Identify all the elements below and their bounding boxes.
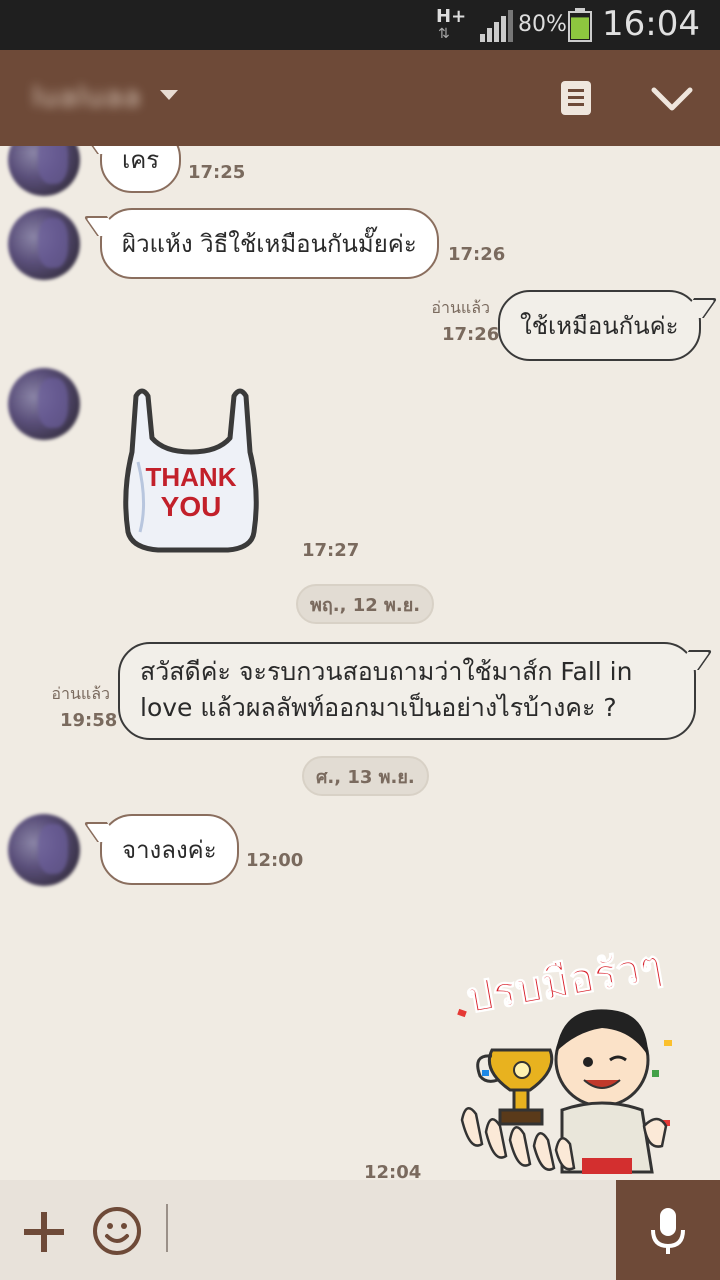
status-clock: 16:04	[602, 4, 700, 44]
data-arrows-icon: ⇅	[438, 26, 450, 42]
svg-text:YOU: YOU	[161, 491, 222, 522]
message-bubble-incoming[interactable]: จางลงค่ะ	[100, 814, 239, 885]
avatar[interactable]	[8, 814, 80, 886]
message-text-line: สวัสดีค่ะ จะรบกวนสอบถามว่าใช้มาส์ก Fall …	[140, 657, 633, 686]
chevron-down-icon[interactable]	[160, 90, 178, 100]
date-separator: ศ., 13 พ.ย.	[302, 756, 429, 796]
message-bubble-incoming[interactable]: ผิวแห้ง วิธีใช้เหมือนกันมั๊ยค่ะ	[100, 208, 439, 279]
status-bar: H+ ⇅ 80% 16:04	[0, 0, 720, 50]
applause-sticker[interactable]: ปรบมือรัวๆ	[452, 920, 680, 1180]
emoji-icon[interactable]	[92, 1206, 142, 1256]
chat-name[interactable]: lualuaa	[32, 80, 142, 113]
message-bubble-outgoing[interactable]: ใช้เหมือนกันค่ะ	[498, 290, 701, 361]
message-input-bar	[0, 1180, 720, 1280]
message-time: 19:58	[60, 710, 118, 731]
avatar[interactable]	[8, 146, 80, 196]
microphone-icon	[651, 1208, 685, 1254]
message-time: 17:26	[442, 324, 500, 345]
read-receipt: อ่านแล้ว	[431, 298, 490, 317]
chat-messages[interactable]: เคร 17:25 ผิวแห้ง วิธีใช้เหมือนกันมั๊ยค่…	[0, 146, 720, 1180]
notes-icon[interactable]	[560, 80, 592, 116]
message-bubble-outgoing[interactable]: สวัสดีค่ะ จะรบกวนสอบถามว่าใช้มาส์ก Fall …	[118, 642, 696, 740]
signal-icon	[480, 10, 513, 42]
message-text-line: love แล้วผลลัพท์ออกมาเป็นอย่างไรบ้างคะ ?	[140, 693, 617, 722]
svg-text:THANK: THANK	[146, 462, 237, 492]
message-time: 12:00	[246, 850, 304, 871]
thank-you-sticker[interactable]: THANK YOU	[118, 382, 264, 554]
message-time: 12:04	[364, 1162, 422, 1180]
date-separator: พฤ., 12 พ.ย.	[296, 584, 435, 624]
message-time: 17:25	[188, 162, 246, 183]
message-bubble-incoming[interactable]: เคร	[100, 146, 182, 193]
message-text: จางลงค่ะ	[122, 836, 217, 864]
avatar[interactable]	[8, 208, 80, 280]
voice-button[interactable]	[616, 1180, 720, 1280]
plus-icon[interactable]	[22, 1210, 66, 1254]
message-time: 17:27	[302, 540, 360, 561]
message-time: 17:26	[448, 244, 506, 265]
chat-header: lualuaa	[0, 50, 720, 146]
collapse-icon[interactable]	[650, 84, 694, 114]
network-type: H+	[436, 6, 467, 27]
read-receipt: อ่านแล้ว	[51, 684, 110, 703]
message-input[interactable]	[166, 1204, 168, 1252]
message-text: เคร	[122, 146, 160, 174]
battery-icon	[568, 8, 592, 42]
message-text: ผิวแห้ง วิธีใช้เหมือนกันมั๊ยค่ะ	[122, 230, 417, 258]
avatar[interactable]	[8, 368, 80, 440]
sticker-caption: ปรบมือรัวๆ	[463, 940, 666, 1023]
message-text: ใช้เหมือนกันค่ะ	[520, 312, 679, 340]
battery-percent: 80%	[518, 12, 567, 37]
